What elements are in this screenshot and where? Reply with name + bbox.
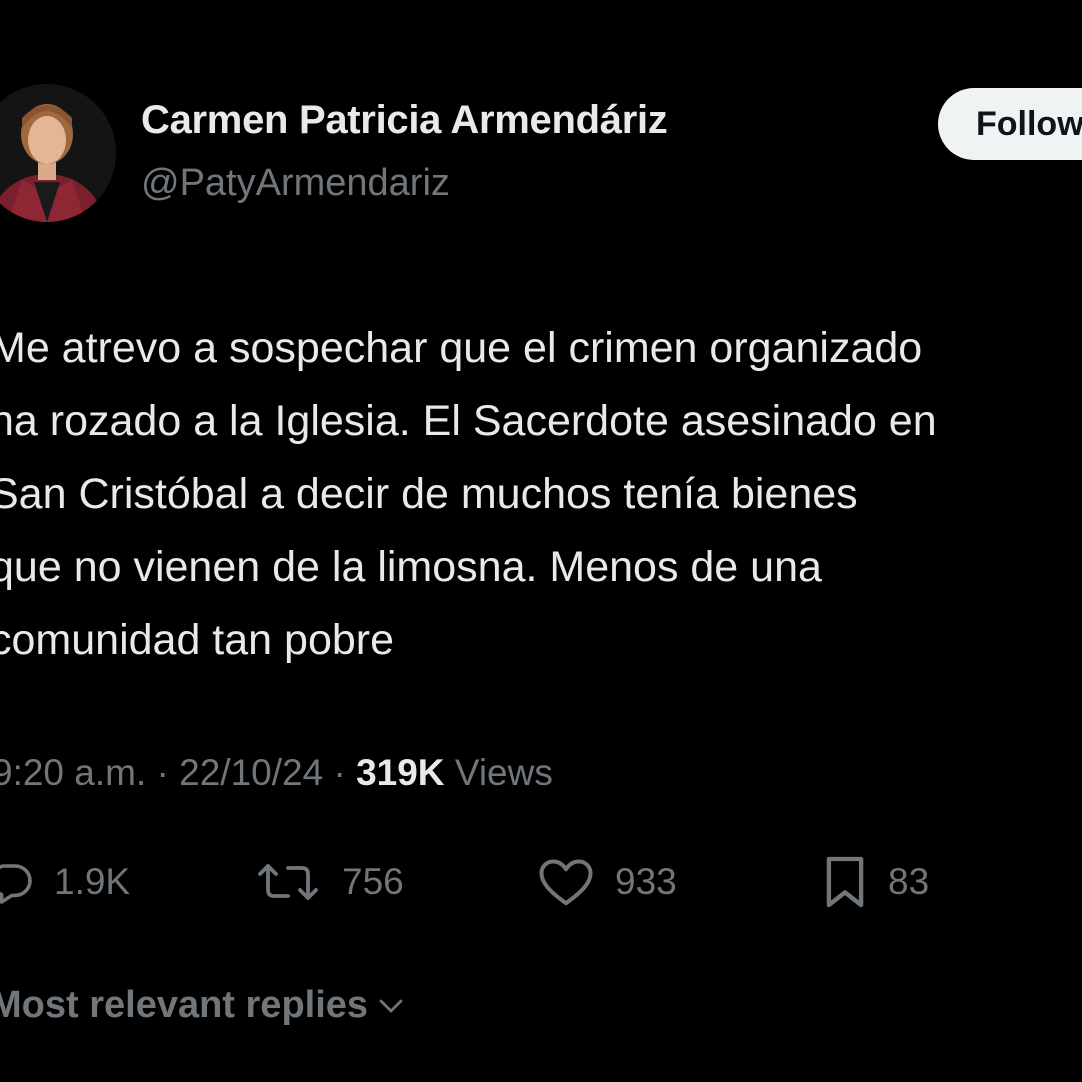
tweet-screenshot: Carmen Patricia Armendáriz @PatyArmendar… — [0, 0, 1082, 1082]
chevron-down-icon — [379, 999, 403, 1012]
replies-sort-label: Most relevant replies — [0, 984, 369, 1026]
tweet-time[interactable]: 9:20 a.m. — [0, 752, 146, 793]
tweet-text-line: ha rozado a la Iglesia. El Sacerdote ase… — [0, 397, 937, 445]
reply-button[interactable]: 1.9K — [0, 852, 130, 912]
tweet-metadata: 9:20 a.m. · 22/10/24 · 319K Views — [0, 752, 553, 794]
views-count: 319K — [356, 752, 445, 793]
action-bar: 1.9K 756 933 83 — [0, 852, 1082, 912]
user-handle[interactable]: @PatyArmendariz — [141, 162, 450, 205]
tweet-text-line: Me atrevo a sospechar que el crimen orga… — [0, 324, 923, 372]
display-name[interactable]: Carmen Patricia Armendáriz — [141, 98, 668, 143]
tweet-text-line: comunidad tan pobre — [0, 616, 395, 664]
repost-count: 756 — [342, 861, 404, 902]
like-count: 933 — [615, 861, 677, 902]
tweet-date[interactable]: 22/10/24 — [179, 752, 323, 793]
bookmark-button[interactable]: 83 — [822, 852, 929, 912]
repost-icon — [258, 864, 318, 900]
like-button[interactable]: 933 — [537, 852, 677, 912]
tweet-text-line: que no vienen de la limosna. Menos de un… — [0, 543, 822, 591]
meta-separator: · — [333, 752, 346, 793]
views-label: Views — [454, 752, 553, 793]
avatar[interactable] — [0, 84, 116, 222]
tweet-text: Me atrevo a sospechar que el crimen orga… — [0, 312, 1082, 677]
bookmark-count: 83 — [888, 861, 930, 902]
follow-button[interactable]: Follow — [938, 88, 1082, 160]
avatar-image — [0, 84, 116, 222]
heart-icon — [539, 859, 593, 906]
reply-count: 1.9K — [54, 861, 131, 902]
bookmark-icon — [826, 856, 864, 908]
replies-sort-dropdown[interactable]: Most relevant replies — [0, 984, 406, 1027]
repost-button[interactable]: 756 — [254, 852, 404, 912]
meta-separator: · — [156, 752, 169, 793]
tweet-text-line: San Cristóbal a decir de muchos tenía bi… — [0, 470, 858, 518]
reply-icon — [0, 864, 32, 904]
